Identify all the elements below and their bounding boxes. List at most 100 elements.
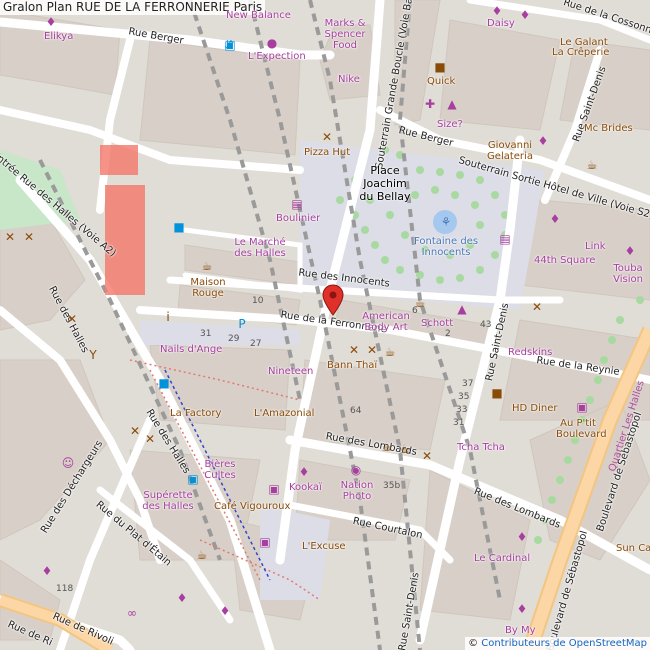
clothes-icon[interactable]: ♦ bbox=[518, 8, 532, 22]
clothes-icon[interactable]: ♦ bbox=[548, 212, 562, 226]
taxi-icon[interactable]: ■ bbox=[172, 220, 186, 234]
poi-nineteen[interactable]: Nineteen bbox=[268, 367, 313, 377]
fastfood-icon[interactable]: ■ bbox=[490, 386, 504, 400]
poi-mc-brides[interactable]: Mc Brides bbox=[584, 124, 633, 134]
house-number: 118 bbox=[56, 584, 74, 594]
cafe-icon[interactable]: ☕ bbox=[195, 548, 209, 562]
poi-la-factory[interactable]: La Factory bbox=[170, 409, 221, 419]
poi-nation-photo[interactable]: Nation Photo bbox=[339, 480, 375, 502]
clothes-icon[interactable]: ♦ bbox=[515, 602, 529, 616]
poi-maison-rouge[interactable]: Maison Rouge bbox=[188, 277, 228, 299]
poi-la-creperie[interactable]: La Crêperie bbox=[552, 48, 609, 58]
shop-icon[interactable]: ▣ bbox=[258, 535, 272, 549]
clothes-icon[interactable]: ♦ bbox=[536, 134, 550, 148]
cafe-icon[interactable]: ☕ bbox=[398, 442, 412, 456]
poi-quick[interactable]: Quick bbox=[427, 77, 455, 87]
book-icon[interactable]: ▤ bbox=[290, 197, 304, 211]
clothes-icon[interactable]: ♦ bbox=[515, 530, 529, 544]
poi-nails-dange[interactable]: Nails d'Ange bbox=[160, 345, 222, 355]
restaurant-icon[interactable]: ✕ bbox=[143, 432, 157, 446]
poi-size[interactable]: Size? bbox=[437, 120, 463, 130]
poi-44th-square[interactable]: 44th Square bbox=[534, 256, 595, 266]
house-number: 10 bbox=[252, 296, 264, 306]
poi-giovanni-gelateria[interactable]: Giovanni Gelateria bbox=[484, 140, 536, 162]
poi-nike[interactable]: Nike bbox=[338, 75, 360, 85]
poi-daisy[interactable]: Daisy bbox=[487, 19, 515, 29]
restaurant-icon[interactable]: ✕ bbox=[530, 300, 544, 314]
clothes-icon[interactable]: ♦ bbox=[40, 564, 54, 578]
cafe-icon[interactable]: ☕ bbox=[413, 296, 427, 310]
poi-pizza-hut[interactable]: Pizza Hut bbox=[304, 148, 350, 158]
cafe-icon[interactable]: ☕ bbox=[585, 158, 599, 172]
poi-le-marche-des-halles[interactable]: Le Marché des Halles bbox=[230, 237, 290, 259]
house-number: 33 bbox=[456, 405, 468, 415]
poi-cafe-vigouroux[interactable]: Café Vigouroux bbox=[214, 502, 290, 512]
restaurant-icon[interactable]: ✕ bbox=[365, 343, 379, 357]
poi-touba-vision[interactable]: Touba Vision bbox=[608, 263, 648, 285]
newsagent-icon[interactable]: ▤ bbox=[498, 232, 512, 246]
poi-redskins[interactable]: Redskins bbox=[508, 348, 552, 358]
poi-superette-des-halles[interactable]: Supérette des Halles bbox=[140, 490, 196, 512]
attribution-link[interactable]: Contributeurs de OpenStreetMap bbox=[481, 638, 647, 649]
shop-icon[interactable]: ● bbox=[265, 36, 279, 50]
location-pin-icon[interactable] bbox=[322, 284, 344, 316]
shop-icon[interactable]: ♦ bbox=[44, 15, 58, 29]
poi-lexcuse[interactable]: L'Excuse bbox=[302, 542, 346, 552]
shoe-icon[interactable]: ▲ bbox=[445, 97, 459, 111]
poi-boulinier[interactable]: Boulinier bbox=[276, 214, 320, 224]
attribution: © Contributeurs de OpenStreetMap bbox=[465, 637, 650, 650]
shoe-icon[interactable]: ▲ bbox=[455, 302, 469, 316]
cafe-icon[interactable]: ☕ bbox=[383, 345, 397, 359]
poi-sun-ca[interactable]: Sun Ca bbox=[616, 544, 650, 554]
game-icon[interactable]: ✚ bbox=[423, 97, 437, 111]
poi-bann-thai[interactable]: Bann Thaï bbox=[327, 361, 377, 371]
poi-hd-diner[interactable]: HD Diner bbox=[512, 404, 557, 414]
clothes-icon[interactable]: ♦ bbox=[175, 591, 189, 605]
cafe-icon[interactable]: ☕ bbox=[200, 259, 214, 273]
shop-icon[interactable]: ▣ bbox=[267, 482, 281, 496]
poi-au-ptit-boulevard[interactable]: Au P'tit Boulevard bbox=[556, 418, 607, 440]
restaurant-icon[interactable]: ✕ bbox=[420, 449, 434, 463]
poi-american-body-art[interactable]: American Body Art bbox=[362, 311, 410, 333]
glasses-icon[interactable]: ∞ bbox=[125, 606, 139, 620]
restaurant-icon[interactable]: ✕ bbox=[128, 424, 142, 438]
info-icon[interactable]: i bbox=[161, 310, 175, 324]
camera-icon[interactable]: ◉ bbox=[349, 463, 363, 477]
car-icon[interactable]: ■ bbox=[157, 376, 171, 390]
theatre-icon[interactable]: ☺ bbox=[61, 456, 75, 470]
clothes-icon[interactable]: ♦ bbox=[623, 244, 637, 258]
restaurant-icon[interactable]: ✕ bbox=[347, 343, 361, 357]
bar-icon[interactable]: Y bbox=[86, 348, 100, 362]
metro-entrance-icon[interactable]: ⇵ bbox=[222, 38, 236, 52]
poi-new-balance[interactable]: New Balance bbox=[226, 11, 291, 21]
restaurant-icon[interactable]: ✕ bbox=[3, 230, 17, 244]
bus-stop-icon[interactable]: ▣ bbox=[186, 472, 200, 486]
fastfood-icon[interactable]: ■ bbox=[433, 60, 447, 74]
house-number: 37 bbox=[462, 379, 474, 389]
clothes-icon[interactable]: ♦ bbox=[297, 465, 311, 479]
fountain-icon: ⚘ bbox=[440, 215, 452, 229]
clothes-icon[interactable]: ♦ bbox=[490, 4, 504, 18]
poi-kookai[interactable]: Kookaï bbox=[289, 483, 322, 493]
poi-by-my[interactable]: By My bbox=[505, 626, 536, 636]
bicycle-parking-icon[interactable]: P bbox=[235, 317, 249, 331]
poi-tcha-tcha[interactable]: Tcha Tcha bbox=[457, 443, 505, 453]
poi-schott[interactable]: Schott bbox=[421, 319, 453, 329]
poi-link[interactable]: Link bbox=[585, 242, 605, 252]
restaurant-icon[interactable]: ✕ bbox=[320, 130, 334, 144]
shop-icon[interactable]: ▣ bbox=[575, 400, 589, 414]
poi-marks-spencer[interactable]: Marks & Spencer Food bbox=[315, 18, 375, 51]
poi-lexpection[interactable]: L'Expection bbox=[248, 52, 306, 62]
clothes-icon[interactable]: ♦ bbox=[218, 604, 232, 618]
restaurant-icon[interactable]: ✕ bbox=[22, 230, 36, 244]
house-number: 43 bbox=[480, 320, 492, 330]
poi-le-cardinal[interactable]: Le Cardinal bbox=[474, 554, 530, 564]
cafe-icon[interactable]: ☕ bbox=[380, 440, 394, 454]
poi-elikya[interactable]: Elikya bbox=[44, 32, 73, 42]
poi-bieres-cultes[interactable]: Bières Cultes bbox=[202, 459, 238, 481]
attribution-prefix: © bbox=[468, 638, 479, 649]
poi-lamazonial[interactable]: L'Amazonial bbox=[254, 409, 314, 419]
map-canvas[interactable]: Gralon Plan RUE DE LA FERRONNERIE Paris … bbox=[0, 0, 650, 650]
house-number: 35b bbox=[383, 481, 401, 491]
restaurant-icon[interactable]: ✕ bbox=[65, 312, 79, 326]
